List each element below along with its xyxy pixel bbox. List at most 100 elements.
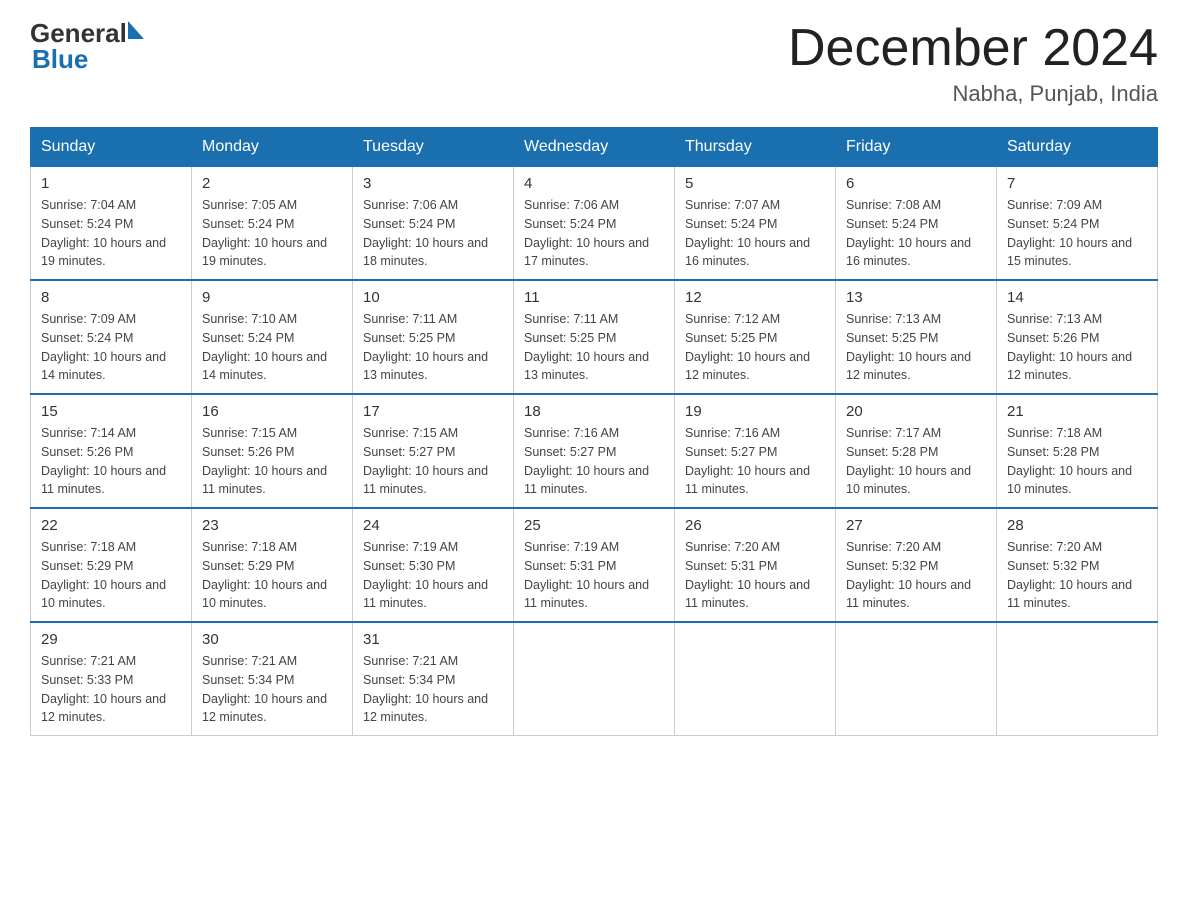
day-info: Sunrise: 7:10 AMSunset: 5:24 PMDaylight:… (202, 312, 327, 382)
day-info: Sunrise: 7:09 AMSunset: 5:24 PMDaylight:… (41, 312, 166, 382)
calendar-week-row: 22 Sunrise: 7:18 AMSunset: 5:29 PMDaylig… (31, 508, 1158, 622)
logo-arrow-icon (128, 21, 144, 39)
day-number: 18 (524, 403, 664, 420)
day-number: 6 (846, 175, 986, 192)
day-number: 5 (685, 175, 825, 192)
title-block: December 2024 Nabha, Punjab, India (788, 20, 1158, 107)
day-number: 16 (202, 403, 342, 420)
day-info: Sunrise: 7:21 AMSunset: 5:34 PMDaylight:… (363, 654, 488, 724)
day-info: Sunrise: 7:15 AMSunset: 5:26 PMDaylight:… (202, 426, 327, 496)
day-info: Sunrise: 7:19 AMSunset: 5:31 PMDaylight:… (524, 540, 649, 610)
day-header-thursday: Thursday (675, 128, 836, 167)
calendar-cell: 3 Sunrise: 7:06 AMSunset: 5:24 PMDayligh… (353, 167, 514, 281)
calendar-cell: 12 Sunrise: 7:12 AMSunset: 5:25 PMDaylig… (675, 280, 836, 394)
day-info: Sunrise: 7:21 AMSunset: 5:33 PMDaylight:… (41, 654, 166, 724)
day-info: Sunrise: 7:18 AMSunset: 5:29 PMDaylight:… (41, 540, 166, 610)
day-number: 12 (685, 289, 825, 306)
day-number: 27 (846, 517, 986, 534)
calendar-cell: 16 Sunrise: 7:15 AMSunset: 5:26 PMDaylig… (192, 394, 353, 508)
day-info: Sunrise: 7:13 AMSunset: 5:26 PMDaylight:… (1007, 312, 1132, 382)
day-info: Sunrise: 7:18 AMSunset: 5:29 PMDaylight:… (202, 540, 327, 610)
calendar-cell: 15 Sunrise: 7:14 AMSunset: 5:26 PMDaylig… (31, 394, 192, 508)
calendar-cell: 6 Sunrise: 7:08 AMSunset: 5:24 PMDayligh… (836, 167, 997, 281)
day-number: 9 (202, 289, 342, 306)
day-info: Sunrise: 7:06 AMSunset: 5:24 PMDaylight:… (363, 198, 488, 268)
calendar-week-row: 29 Sunrise: 7:21 AMSunset: 5:33 PMDaylig… (31, 622, 1158, 736)
calendar-cell: 14 Sunrise: 7:13 AMSunset: 5:26 PMDaylig… (997, 280, 1158, 394)
day-number: 10 (363, 289, 503, 306)
day-number: 22 (41, 517, 181, 534)
day-number: 24 (363, 517, 503, 534)
calendar-cell: 2 Sunrise: 7:05 AMSunset: 5:24 PMDayligh… (192, 167, 353, 281)
calendar-cell (514, 622, 675, 736)
day-number: 14 (1007, 289, 1147, 306)
day-info: Sunrise: 7:17 AMSunset: 5:28 PMDaylight:… (846, 426, 971, 496)
day-header-friday: Friday (836, 128, 997, 167)
day-info: Sunrise: 7:06 AMSunset: 5:24 PMDaylight:… (524, 198, 649, 268)
calendar-cell: 18 Sunrise: 7:16 AMSunset: 5:27 PMDaylig… (514, 394, 675, 508)
day-info: Sunrise: 7:21 AMSunset: 5:34 PMDaylight:… (202, 654, 327, 724)
day-info: Sunrise: 7:11 AMSunset: 5:25 PMDaylight:… (524, 312, 649, 382)
day-info: Sunrise: 7:20 AMSunset: 5:31 PMDaylight:… (685, 540, 810, 610)
calendar-cell (675, 622, 836, 736)
calendar-cell: 8 Sunrise: 7:09 AMSunset: 5:24 PMDayligh… (31, 280, 192, 394)
calendar-cell: 23 Sunrise: 7:18 AMSunset: 5:29 PMDaylig… (192, 508, 353, 622)
day-info: Sunrise: 7:13 AMSunset: 5:25 PMDaylight:… (846, 312, 971, 382)
calendar-cell: 9 Sunrise: 7:10 AMSunset: 5:24 PMDayligh… (192, 280, 353, 394)
calendar-header-row: SundayMondayTuesdayWednesdayThursdayFrid… (31, 128, 1158, 167)
day-number: 25 (524, 517, 664, 534)
page-header: General Blue December 2024 Nabha, Punjab… (30, 20, 1158, 107)
calendar-cell: 27 Sunrise: 7:20 AMSunset: 5:32 PMDaylig… (836, 508, 997, 622)
logo-general-text: General (30, 20, 127, 46)
day-info: Sunrise: 7:09 AMSunset: 5:24 PMDaylight:… (1007, 198, 1132, 268)
day-header-sunday: Sunday (31, 128, 192, 167)
calendar-title: December 2024 (788, 20, 1158, 77)
calendar-cell: 26 Sunrise: 7:20 AMSunset: 5:31 PMDaylig… (675, 508, 836, 622)
calendar-cell: 11 Sunrise: 7:11 AMSunset: 5:25 PMDaylig… (514, 280, 675, 394)
day-info: Sunrise: 7:12 AMSunset: 5:25 PMDaylight:… (685, 312, 810, 382)
day-number: 1 (41, 175, 181, 192)
calendar-cell: 30 Sunrise: 7:21 AMSunset: 5:34 PMDaylig… (192, 622, 353, 736)
calendar-table: SundayMondayTuesdayWednesdayThursdayFrid… (30, 127, 1158, 736)
day-number: 29 (41, 631, 181, 648)
calendar-cell: 19 Sunrise: 7:16 AMSunset: 5:27 PMDaylig… (675, 394, 836, 508)
calendar-subtitle: Nabha, Punjab, India (788, 81, 1158, 107)
day-number: 20 (846, 403, 986, 420)
day-info: Sunrise: 7:05 AMSunset: 5:24 PMDaylight:… (202, 198, 327, 268)
day-info: Sunrise: 7:08 AMSunset: 5:24 PMDaylight:… (846, 198, 971, 268)
day-number: 2 (202, 175, 342, 192)
day-info: Sunrise: 7:18 AMSunset: 5:28 PMDaylight:… (1007, 426, 1132, 496)
calendar-cell: 5 Sunrise: 7:07 AMSunset: 5:24 PMDayligh… (675, 167, 836, 281)
day-number: 28 (1007, 517, 1147, 534)
day-header-monday: Monday (192, 128, 353, 167)
day-info: Sunrise: 7:15 AMSunset: 5:27 PMDaylight:… (363, 426, 488, 496)
calendar-cell (997, 622, 1158, 736)
calendar-cell: 24 Sunrise: 7:19 AMSunset: 5:30 PMDaylig… (353, 508, 514, 622)
day-header-tuesday: Tuesday (353, 128, 514, 167)
calendar-cell: 7 Sunrise: 7:09 AMSunset: 5:24 PMDayligh… (997, 167, 1158, 281)
day-number: 31 (363, 631, 503, 648)
logo: General Blue (30, 20, 144, 72)
calendar-cell: 4 Sunrise: 7:06 AMSunset: 5:24 PMDayligh… (514, 167, 675, 281)
calendar-cell: 21 Sunrise: 7:18 AMSunset: 5:28 PMDaylig… (997, 394, 1158, 508)
calendar-cell: 25 Sunrise: 7:19 AMSunset: 5:31 PMDaylig… (514, 508, 675, 622)
day-number: 3 (363, 175, 503, 192)
day-info: Sunrise: 7:14 AMSunset: 5:26 PMDaylight:… (41, 426, 166, 496)
calendar-cell: 13 Sunrise: 7:13 AMSunset: 5:25 PMDaylig… (836, 280, 997, 394)
calendar-cell: 31 Sunrise: 7:21 AMSunset: 5:34 PMDaylig… (353, 622, 514, 736)
day-info: Sunrise: 7:20 AMSunset: 5:32 PMDaylight:… (846, 540, 971, 610)
day-header-wednesday: Wednesday (514, 128, 675, 167)
day-number: 30 (202, 631, 342, 648)
day-number: 4 (524, 175, 664, 192)
calendar-cell (836, 622, 997, 736)
day-info: Sunrise: 7:16 AMSunset: 5:27 PMDaylight:… (524, 426, 649, 496)
day-number: 11 (524, 289, 664, 306)
calendar-cell: 1 Sunrise: 7:04 AMSunset: 5:24 PMDayligh… (31, 167, 192, 281)
day-info: Sunrise: 7:20 AMSunset: 5:32 PMDaylight:… (1007, 540, 1132, 610)
day-number: 7 (1007, 175, 1147, 192)
logo-blue-text: Blue (32, 46, 144, 72)
day-number: 26 (685, 517, 825, 534)
calendar-cell: 29 Sunrise: 7:21 AMSunset: 5:33 PMDaylig… (31, 622, 192, 736)
calendar-week-row: 1 Sunrise: 7:04 AMSunset: 5:24 PMDayligh… (31, 167, 1158, 281)
calendar-cell: 22 Sunrise: 7:18 AMSunset: 5:29 PMDaylig… (31, 508, 192, 622)
